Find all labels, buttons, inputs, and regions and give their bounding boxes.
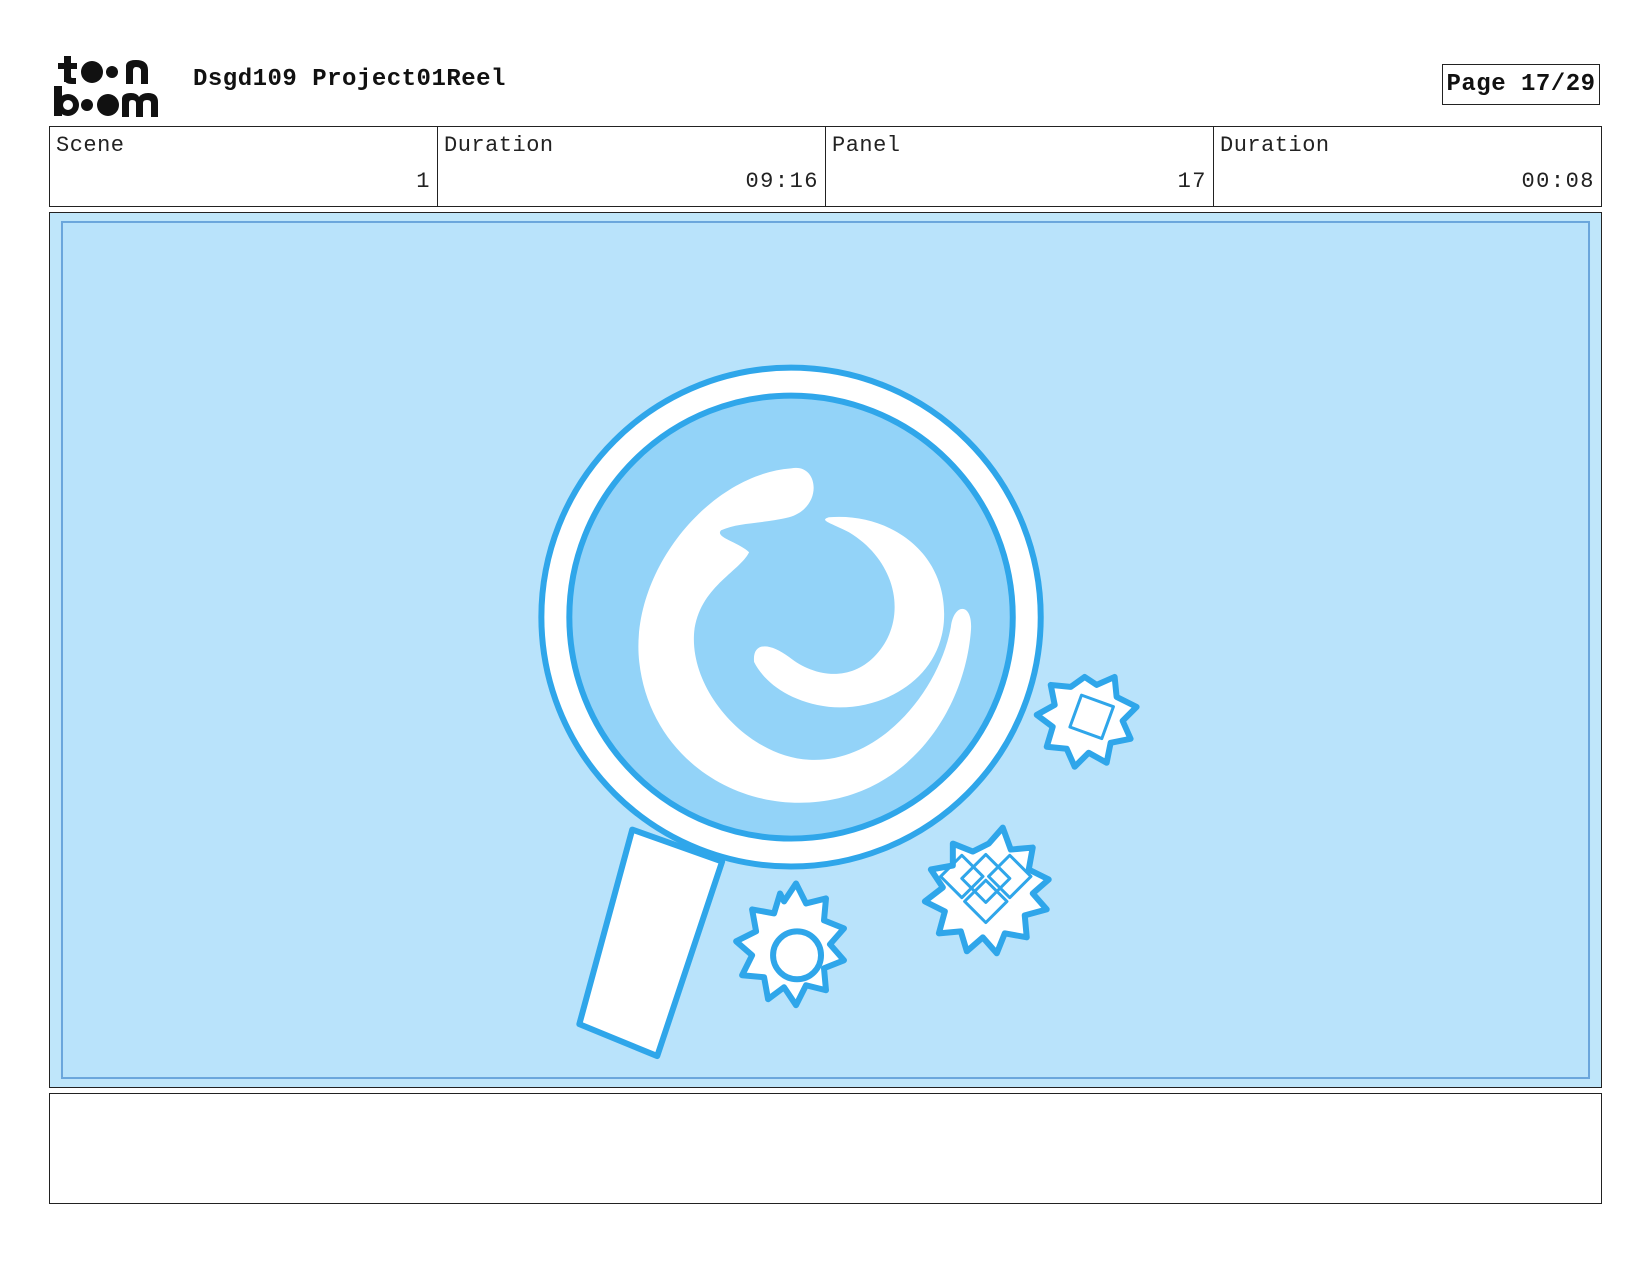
scene-duration-cell: Duration 09:16 bbox=[437, 127, 825, 206]
storyboard-panel bbox=[49, 212, 1602, 1088]
panel-cell: Panel 17 bbox=[825, 127, 1213, 206]
toonboom-logo bbox=[54, 54, 172, 118]
scene-cell: Scene 1 bbox=[50, 127, 437, 206]
scene-value: 1 bbox=[416, 169, 431, 194]
panel-notes-box bbox=[49, 1093, 1602, 1204]
panel-info-row: Scene 1 Duration 09:16 Panel 17 Duration… bbox=[49, 126, 1602, 207]
panel-artwork bbox=[50, 213, 1601, 1087]
panel-duration-value: 00:08 bbox=[1521, 169, 1595, 194]
panel-duration-cell: Duration 00:08 bbox=[1213, 127, 1601, 206]
project-title: Dsgd109 Project01Reel bbox=[193, 66, 506, 93]
panel-label: Panel bbox=[832, 133, 901, 158]
scene-duration-label: Duration bbox=[444, 133, 554, 158]
panel-duration-label: Duration bbox=[1220, 133, 1330, 158]
toonboom-logo-graphic bbox=[54, 56, 158, 117]
scene-duration-value: 09:16 bbox=[745, 169, 819, 194]
page-indicator: Page 17/29 bbox=[1442, 64, 1600, 105]
panel-value: 17 bbox=[1177, 169, 1207, 194]
scene-label: Scene bbox=[56, 133, 125, 158]
